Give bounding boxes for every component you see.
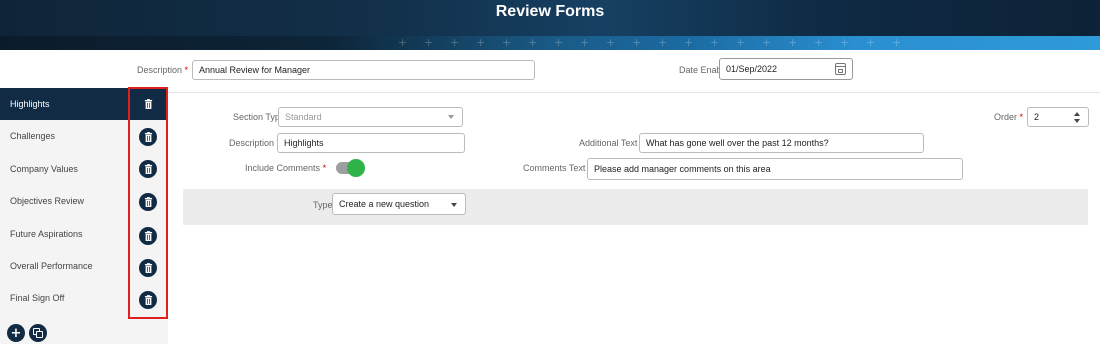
type-label: Type [313,200,333,210]
order-stepper[interactable]: 2 [1027,107,1089,127]
banner-stripe [0,36,1100,50]
form-divider [168,92,1100,93]
trash-icon [144,295,152,305]
delete-final-sign-off-button[interactable] [139,291,157,309]
section-description-input[interactable]: Highlights [277,133,465,153]
copy-section-button[interactable] [29,324,47,342]
delete-company-values-button[interactable] [139,160,157,178]
include-comments-label: Include Comments * [245,163,327,173]
comments-text-input[interactable]: Please add manager comments on this area [587,158,963,180]
comments-text-label: Comments Text [523,163,586,173]
order-label: Order * [994,112,1024,122]
section-description-label: Description * [229,138,280,148]
additional-text-input[interactable]: What has gone well over the past 12 mont… [639,133,924,153]
stepper-down-icon[interactable] [1074,119,1080,123]
stepper-up-icon[interactable] [1074,112,1080,116]
additional-text-label: Additional Text [579,138,638,148]
plus-icon: + [10,325,22,341]
delete-overall-performance-button[interactable] [139,259,157,277]
add-section-button[interactable]: + [7,324,25,342]
delete-future-aspirations-button[interactable] [139,227,157,245]
header-banner: + + + + + + + + + + + + + + + + + + + + Review Forms [0,0,1100,50]
delete-objectives-review-button[interactable] [139,193,157,211]
form-description-input[interactable]: Annual Review for Manager [192,60,535,80]
copy-icon [33,328,43,338]
page-title: Review Forms [495,3,605,20]
date-enabled-input[interactable]: 01/Sep/2022 [719,58,853,80]
trash-icon [144,263,152,273]
trash-icon [144,164,152,174]
trash-icon [144,197,152,207]
description-label: Description * [137,65,189,75]
calendar-icon[interactable] [835,63,846,75]
question-type-select[interactable]: Create a new question [332,193,466,215]
toggle-knob [347,159,365,177]
include-comments-toggle[interactable] [336,159,365,177]
trash-icon [144,132,152,142]
trash-icon [144,99,152,109]
delete-challenges-button[interactable] [139,128,157,146]
delete-highlights-button[interactable] [139,95,157,113]
chevron-down-icon [448,115,454,119]
section-type-select[interactable]: Standard [278,107,463,127]
chevron-down-icon [451,203,457,207]
trash-icon [144,231,152,241]
